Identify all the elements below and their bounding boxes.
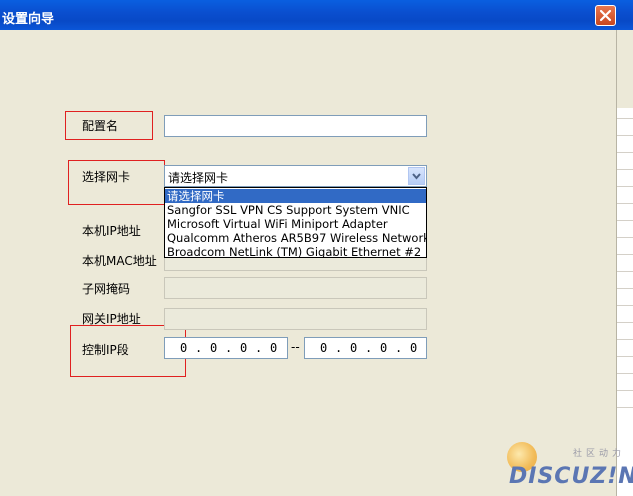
local-ip-label: 本机IP地址: [82, 224, 141, 238]
strip-line: [617, 339, 633, 340]
strip-line: [617, 237, 633, 238]
strip-line: [617, 390, 633, 391]
local-mac-label: 本机MAC地址: [82, 254, 157, 268]
ip-range-end-input[interactable]: 0 . 0 . 0 . 0: [304, 337, 427, 359]
ip-dot: .: [335, 341, 343, 355]
ip-range-start-input[interactable]: 0 . 0 . 0 . 0: [164, 337, 288, 359]
config-name-input[interactable]: [164, 115, 427, 137]
watermark-logo: DISCUZ!NT: [509, 464, 633, 489]
range-separator: --: [291, 340, 300, 354]
strip-line: [617, 407, 633, 408]
ip-dot: .: [395, 341, 403, 355]
ip-octet: 0: [270, 341, 278, 355]
watermark: 社区动力 DISCUZ!NT: [505, 440, 633, 496]
subnet-mask-label: 子网掩码: [82, 282, 131, 296]
nic-dropdown-list: 请选择网卡 Sangfor SSL VPN CS Support System …: [164, 187, 427, 258]
nic-selected-value: 请选择网卡: [168, 171, 229, 185]
strip-line: [617, 305, 633, 306]
ip-dot: .: [225, 341, 233, 355]
close-icon: [599, 9, 612, 22]
ip-dot: .: [255, 341, 263, 355]
title-bar: 设置向导: [0, 0, 633, 30]
close-button[interactable]: [595, 5, 616, 26]
window-title: 设置向导: [2, 12, 55, 27]
ip-octet: 0: [380, 341, 388, 355]
ip-octet: 0: [320, 341, 328, 355]
strip-line: [617, 271, 633, 272]
gateway-label: 网关IP地址: [82, 312, 141, 326]
ip-octet: 0: [410, 341, 418, 355]
strip-line: [617, 169, 633, 170]
control-ip-label: 控制IP段: [82, 343, 129, 357]
watermark-cn: 社区动力: [573, 449, 626, 459]
background-window-strip: [616, 30, 633, 496]
ip-octet: 0: [210, 341, 218, 355]
config-name-label: 配置名: [82, 119, 119, 133]
ip-dot: .: [195, 341, 203, 355]
strip-header: [617, 30, 633, 108]
strip-line: [617, 254, 633, 255]
nic-select[interactable]: 请选择网卡: [164, 165, 427, 187]
nic-option[interactable]: 请选择网卡: [165, 189, 426, 203]
strip-line: [617, 322, 633, 323]
strip-line: [617, 288, 633, 289]
ip-octet: 0: [180, 341, 188, 355]
nic-label: 选择网卡: [82, 170, 131, 184]
chevron-down-icon: [412, 173, 421, 180]
nic-option[interactable]: Qualcomm Atheros AR5B97 Wireless Network…: [165, 231, 426, 245]
subnet-mask-field: [164, 277, 427, 299]
nic-option[interactable]: Microsoft Virtual WiFi Miniport Adapter: [165, 217, 426, 231]
nic-option[interactable]: Broadcom NetLink (TM) Gigabit Ethernet #…: [165, 245, 426, 257]
ip-dot: .: [365, 341, 373, 355]
strip-line: [617, 118, 633, 119]
ip-octet: 0: [350, 341, 358, 355]
ip-octet: 0: [240, 341, 248, 355]
nic-option[interactable]: Sangfor SSL VPN CS Support System VNIC: [165, 203, 426, 217]
strip-line: [617, 373, 633, 374]
strip-line: [617, 135, 633, 136]
dropdown-toggle[interactable]: [408, 167, 425, 185]
strip-line: [617, 356, 633, 357]
gateway-field: [164, 308, 427, 330]
strip-line: [617, 152, 633, 153]
strip-line: [617, 203, 633, 204]
strip-line: [617, 220, 633, 221]
strip-line: [617, 186, 633, 187]
